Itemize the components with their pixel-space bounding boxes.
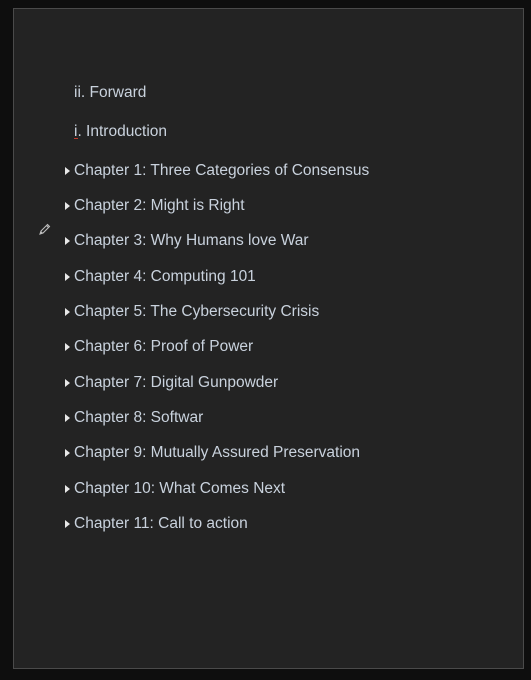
toc-item-label: Chapter 8: Softwar [74,409,204,426]
toc-item-label: Chapter 1: Three Categories of Consensus [74,162,370,179]
toc-item-label: i. Introduction [74,123,168,140]
toc-item-label: Chapter 3: Why Humans love War [74,232,309,249]
toc-item-label: Chapter 4: Computing 101 [74,268,256,285]
toc-item-label: Chapter 5: The Cybersecurity Crisis [74,303,320,320]
toc-item-label: Chapter 7: Digital Gunpowder [74,374,279,391]
expand-triangle-icon[interactable] [65,379,70,387]
toc-panel: ii. Forward i. Introduction Chapter 1: T… [13,8,524,669]
toc-item-label: Chapter 9: Mutually Assured Preservation [74,444,361,461]
toc-item-label: Chapter 2: Might is Right [74,197,245,214]
expand-triangle-icon[interactable] [65,520,70,528]
table-of-contents: ii. Forward i. Introduction Chapter 1: T… [14,9,523,668]
expand-triangle-icon[interactable] [65,273,70,281]
toc-item-label: Chapter 6: Proof of Power [74,338,254,355]
expand-triangle-icon[interactable] [65,167,70,175]
expand-triangle-icon[interactable] [65,485,70,493]
expand-triangle-icon[interactable] [65,202,70,210]
toc-item-label: Chapter 10: What Comes Next [74,480,286,497]
expand-triangle-icon[interactable] [65,449,70,457]
expand-triangle-icon[interactable] [65,308,70,316]
expand-triangle-icon[interactable] [65,237,70,245]
expand-triangle-icon[interactable] [65,343,70,351]
toc-item-label: Chapter 11: Call to action [74,515,248,532]
expand-triangle-icon[interactable] [65,414,70,422]
toc-item-label: ii. Forward [74,84,147,101]
